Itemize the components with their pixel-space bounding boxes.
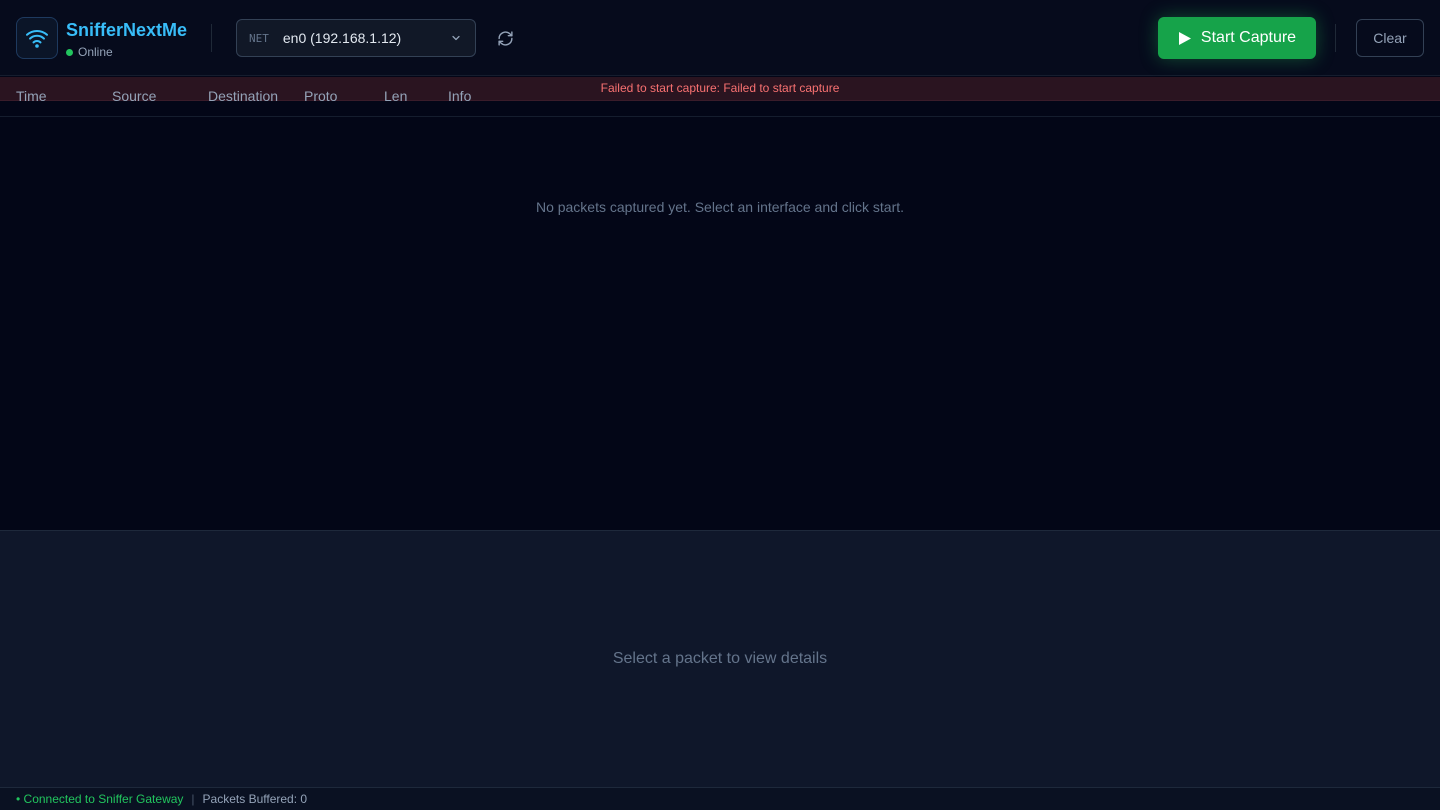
status-label: Online [78,45,113,59]
chevron-down-icon [452,35,460,41]
packet-details-panel: Select a packet to view details [0,530,1440,787]
status-dot-icon [66,48,73,56]
column-source[interactable]: Source [112,88,156,104]
divider [1335,24,1336,52]
connection-status: Online [66,45,113,59]
column-len[interactable]: Len [384,88,407,104]
top-toolbar: SnifferNextMe Online NET en0 (192.168.1.… [0,0,1440,76]
clear-button[interactable]: Clear [1356,19,1424,57]
play-icon [1178,31,1191,45]
status-bar: • Connected to Sniffer Gateway | Packets… [0,787,1440,810]
start-capture-label: Start Capture [1200,29,1297,46]
logo [16,17,58,59]
details-empty-message: Select a packet to view details [612,650,828,667]
footer-separator: | [191,792,195,806]
gateway-status: • Connected to Sniffer Gateway [16,792,184,806]
refresh-icon [497,30,513,46]
packet-list-empty-message: No packets captured yet. Select an inter… [535,199,905,215]
interface-tag: NET [249,31,269,45]
column-time[interactable]: Time [16,88,47,104]
packet-table-header: Time Source Destination Proto Len Info [0,77,1440,117]
interface-select[interactable]: NET en0 (192.168.1.12) [236,19,476,57]
wifi-icon [26,30,48,48]
start-capture-button[interactable]: Start Capture [1158,17,1316,59]
column-proto[interactable]: Proto [304,88,337,104]
refresh-button[interactable] [494,27,516,49]
packets-buffered: Packets Buffered: 0 [202,792,308,806]
column-info[interactable]: Info [448,88,471,104]
column-destination[interactable]: Destination [208,88,278,104]
divider [211,24,212,52]
interface-value: en0 (192.168.1.12) [282,30,402,46]
app-title: SnifferNextMe [66,20,188,40]
